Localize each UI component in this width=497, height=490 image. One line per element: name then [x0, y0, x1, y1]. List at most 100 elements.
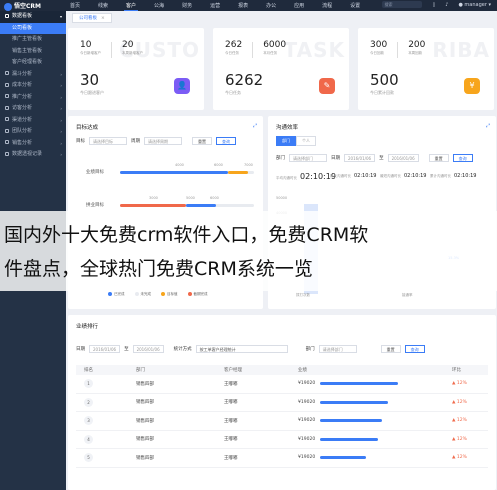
dept-select[interactable]: 请选择部门 [318, 345, 357, 353]
change-cell: ▲ 12% [452, 436, 467, 442]
nav-item[interactable]: 应用 [292, 1, 306, 11]
money-icon[interactable]: ¥ [464, 78, 480, 94]
stat-a: 300 今日回款 [370, 40, 388, 55]
app-logo[interactable]: 悟空CRM [4, 1, 41, 11]
rank-panel-title: 业绩排行 [76, 324, 99, 330]
seg-person[interactable]: 个人 [296, 136, 316, 146]
date-to[interactable]: 2016/01/06 [132, 345, 164, 353]
nav-item[interactable]: 运营 [208, 1, 222, 11]
x-tick: 拨打次数 [296, 293, 310, 297]
table-row[interactable]: 4 销售四部 王嘟嘟 ¥19020 ▲ 12% [76, 431, 488, 449]
dept-cell: 销售四部 [136, 400, 154, 406]
cycle-select[interactable]: 请选择周期 [144, 137, 182, 145]
menu-icon [5, 71, 9, 75]
sidebar-item[interactable]: 漏斗分析 › [0, 69, 66, 81]
table-row[interactable]: 2 销售四部 王嘟嘟 ¥19020 ▲ 12% [76, 394, 488, 412]
legend-dot [108, 292, 112, 296]
sidebar-item-label: 访客分析 [12, 105, 33, 111]
search-input[interactable]: 搜索 [382, 1, 423, 8]
sidebar-item[interactable]: 渠道分析 › [0, 115, 66, 127]
stat-b-label: 本周回款 [408, 51, 423, 55]
sidebar-item[interactable]: 数据看板 ▾ [0, 11, 66, 23]
page-tabs: 公司看板 × [72, 13, 112, 23]
seg-dept[interactable]: 部门 [276, 136, 296, 146]
date-label: 日期 [76, 347, 85, 352]
time-stat-label: 平均沟通时长 [276, 176, 297, 180]
sidebar-item[interactable]: 销售分析 › [0, 138, 66, 150]
user-icon[interactable]: 👤 [174, 78, 190, 94]
user-menu[interactable]: ● manager ▾ [458, 2, 491, 8]
sidebar-item[interactable]: 访客分析 › [0, 103, 66, 115]
tick-label: 4000 [175, 163, 184, 167]
stat-a-label: 今日任务 [225, 51, 239, 55]
query-button[interactable]: 查询 [404, 345, 425, 353]
target-select[interactable]: 请选择目标 [89, 137, 127, 145]
goal-legend: 已完成 未完成 目标值 截期完成 [108, 292, 208, 297]
expand-icon[interactable]: ⤢ [253, 123, 257, 129]
sidebar-item[interactable]: 成本分析 › [0, 80, 66, 92]
chevron-icon: › [60, 106, 62, 111]
legend-label: 已完成 [114, 292, 125, 296]
query-button[interactable]: 查询 [216, 137, 236, 145]
stat-card: RIBA 300 今日回款 200 本周回款 500 今日累计回款 ¥ [358, 28, 494, 110]
nav-item[interactable]: 流程 [320, 1, 334, 11]
reset-button[interactable]: 重置 [192, 137, 212, 145]
dept-cell: 销售四部 [136, 437, 154, 443]
stat-select[interactable]: 按工单客户经理统计 [195, 345, 288, 353]
stat-card: TASK 262 今日任务 6000 本月任务 6262 今日任务 ✎ [213, 28, 349, 110]
nav-item[interactable]: 设置 [348, 1, 362, 11]
stat-top: 300 今日回款 200 本周回款 [370, 40, 425, 58]
top-nav: 首页 线索 客户 公海 财务 运营 报表 办公 应用 流程 设置 [68, 1, 362, 11]
chevron-icon: › [60, 83, 62, 88]
cycle-label: 周期 [131, 139, 140, 144]
table-row[interactable]: 3 销售四部 王嘟嘟 ¥19020 ▲ 12% [76, 412, 488, 431]
dept-cell: 销售四部 [136, 455, 154, 461]
amount-bar [320, 382, 399, 386]
phone-icon[interactable]: ▯ [432, 2, 435, 8]
tab-label: 公司看板 [79, 16, 97, 21]
date-from[interactable]: 2016/01/06 [89, 345, 121, 353]
dept-cell: 销售四部 [136, 381, 154, 387]
reset-button[interactable]: 重置 [428, 154, 449, 162]
nav-item[interactable]: 首页 [68, 1, 82, 11]
sidebar-item-label: 数据透视记录 [12, 151, 43, 157]
nav-item[interactable]: 财务 [180, 1, 194, 11]
dept-person-toggle: 部门 个人 [276, 136, 316, 146]
table-row[interactable]: 1 销售四部 王嘟嘟 ¥19020 ▲ 12% [76, 375, 488, 394]
col-manager: 客户经理 [224, 368, 242, 373]
user-name: manager [464, 1, 487, 8]
sidebar-item[interactable]: 推广主管看板 [0, 34, 66, 46]
table-row[interactable]: 5 销售四部 王嘟嘟 ¥19020 ▲ 12% [76, 449, 488, 468]
sidebar-item[interactable]: 销售主管看板 [0, 46, 66, 58]
divider [111, 42, 112, 58]
date-from[interactable]: 2016/01/06 [344, 154, 376, 162]
date-to[interactable]: 2016/01/06 [387, 154, 419, 162]
tab-company-board[interactable]: 公司看板 × [72, 13, 112, 23]
caption-line-2: 件盘点，全球热门免费CRM系统一览 [4, 258, 313, 280]
nav-item[interactable]: 公海 [152, 1, 166, 11]
nav-item[interactable]: 办公 [264, 1, 278, 11]
chevron-icon: › [60, 117, 62, 123]
close-icon[interactable]: × [101, 16, 105, 21]
query-button[interactable]: 查询 [452, 154, 473, 162]
bell-icon[interactable]: ♪ [445, 2, 448, 8]
amount-cell: ¥19020 [298, 437, 452, 442]
sidebar-item[interactable]: 推广分析 › [0, 92, 66, 104]
nav-item[interactable]: 客户 [124, 1, 139, 11]
change-cell: ▲ 12% [452, 455, 467, 461]
sidebar-item[interactable]: 数据透视记录 › [0, 149, 66, 161]
expand-icon[interactable]: ⤢ [486, 123, 490, 129]
dept-select[interactable]: 请选择部门 [289, 154, 327, 162]
logo-text: 悟空CRM [14, 3, 41, 10]
menu-icon [5, 151, 9, 156]
rank-badge: 1 [84, 379, 93, 389]
nav-item[interactable]: 报表 [236, 1, 250, 11]
sidebar-item[interactable]: 公司看板 [0, 22, 66, 34]
col-change: 环比 [452, 368, 461, 373]
sidebar-item[interactable]: 团队分析 › [0, 126, 66, 138]
sidebar-item[interactable]: 客户经理看板 [0, 57, 66, 69]
manager-cell: 王嘟嘟 [224, 455, 238, 461]
reset-button[interactable]: 重置 [380, 345, 401, 353]
nav-item[interactable]: 线索 [96, 1, 110, 11]
task-icon[interactable]: ✎ [319, 78, 335, 94]
